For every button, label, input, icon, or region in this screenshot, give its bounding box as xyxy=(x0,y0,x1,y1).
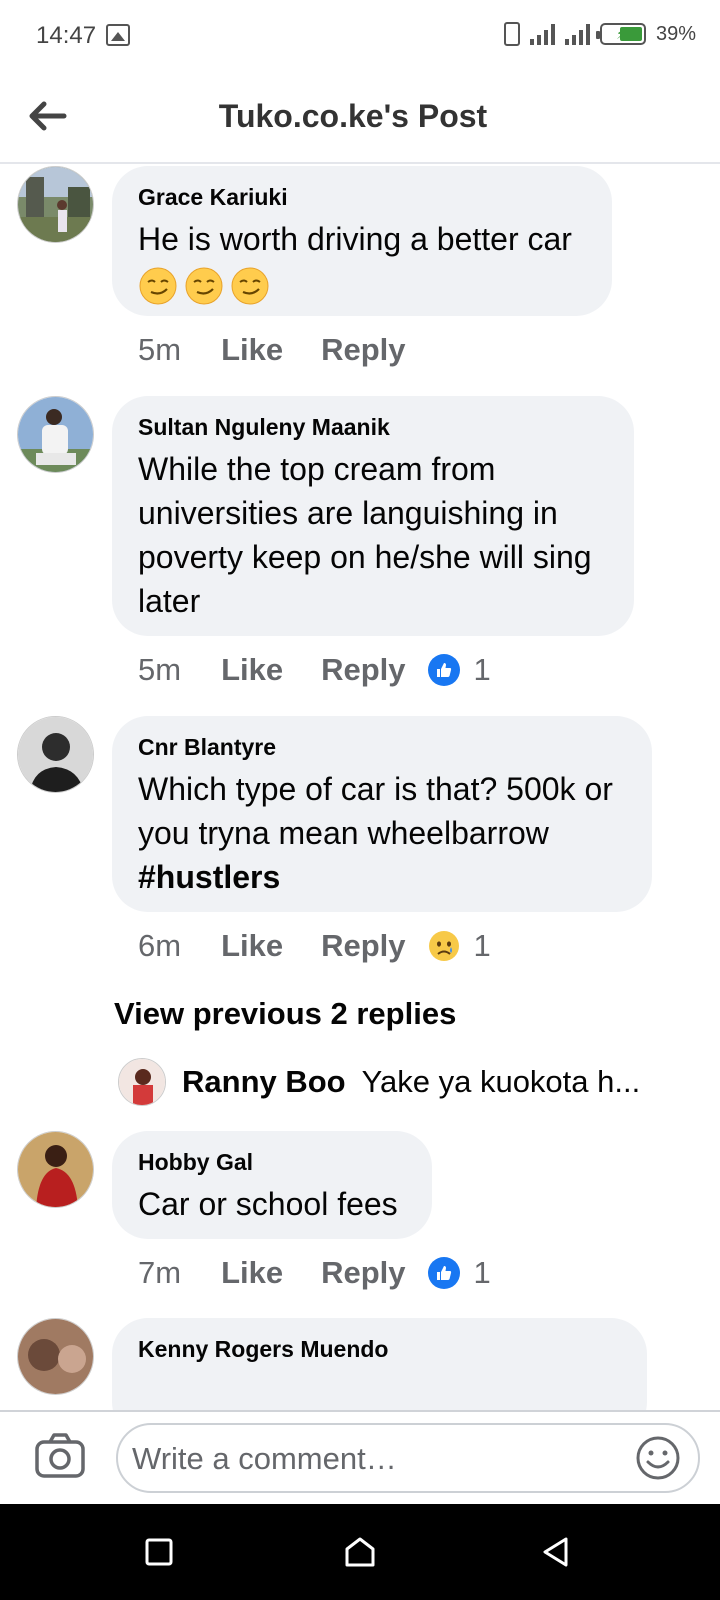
recents-button[interactable] xyxy=(137,1530,181,1574)
reply-button[interactable]: Reply xyxy=(321,928,405,964)
recents-icon xyxy=(145,1538,173,1566)
comment-bubble[interactable]: Cnr Blantyre Which type of car is that? … xyxy=(112,716,652,912)
comment-placeholder: Write a comment… xyxy=(132,1441,397,1476)
comment-meta: 5m Like Reply 1 xyxy=(138,652,491,688)
status-time: 14:47 xyxy=(36,22,97,49)
comment-author[interactable]: Sultan Nguleny Maanik xyxy=(138,414,608,441)
comment-text: While the top cream from universities ar… xyxy=(138,451,592,619)
smirking-face-icon xyxy=(231,267,269,305)
avatar[interactable] xyxy=(17,166,94,243)
like-button[interactable]: Like xyxy=(221,652,283,688)
avatar xyxy=(118,1058,166,1106)
avatar[interactable] xyxy=(17,1318,94,1395)
system-nav-bar xyxy=(0,1504,720,1600)
signal-icon xyxy=(529,23,555,45)
reaction-count[interactable]: 1 xyxy=(474,652,491,688)
camera-icon xyxy=(35,1433,85,1478)
comment-time: 5m xyxy=(138,332,182,367)
comment-time: 5m xyxy=(138,652,182,687)
reply-author[interactable]: Ranny Boo xyxy=(182,1064,346,1100)
comment-time: 6m xyxy=(138,928,182,963)
comment-author[interactable]: Grace Kariuki xyxy=(138,184,586,211)
emoji-icon xyxy=(636,1436,680,1480)
reply-button[interactable]: Reply xyxy=(321,652,405,688)
comment-bubble[interactable]: Sultan Nguleny Maanik While the top crea… xyxy=(112,396,634,636)
comment-author[interactable]: Cnr Blantyre xyxy=(138,734,626,761)
signal-icon-2 xyxy=(564,23,590,45)
emoji-button[interactable] xyxy=(634,1434,682,1482)
comment-text: He is worth driving a better car xyxy=(138,217,586,306)
reply-button[interactable]: Reply xyxy=(321,332,405,368)
camera-button[interactable] xyxy=(34,1430,86,1482)
view-previous-replies-link[interactable]: View previous 2 replies xyxy=(114,996,456,1032)
battery-percent: 39% xyxy=(655,22,696,45)
comment-author[interactable]: Kenny Rogers Muendo xyxy=(138,1336,621,1363)
comment-author[interactable]: Hobby Gal xyxy=(138,1149,406,1176)
vibrate-icon xyxy=(503,22,520,46)
like-reaction-icon[interactable] xyxy=(427,1257,460,1289)
reaction-count[interactable]: 1 xyxy=(474,928,491,964)
comment-time: 7m xyxy=(138,1255,182,1290)
back-triangle-icon xyxy=(543,1537,568,1567)
like-reaction-icon[interactable] xyxy=(427,654,460,686)
back-nav-button[interactable] xyxy=(534,1530,578,1574)
comments-list[interactable]: Grace Kariuki He is worth driving a bett… xyxy=(0,166,720,1410)
comment-text: Which type of car is that? 500k or you t… xyxy=(138,771,613,895)
comment-meta: 6m Like Reply 1 xyxy=(138,928,491,964)
post-header: Tuko.co.ke's Post xyxy=(0,72,720,164)
reply-text: Yake ya kuokota h... xyxy=(361,1064,641,1099)
comment-composer: Write a comment… xyxy=(0,1410,720,1504)
avatar[interactable] xyxy=(17,716,94,793)
status-bar: 14:47 ⚡ 39% xyxy=(0,0,720,72)
hashtag-link[interactable]: #hustlers xyxy=(138,859,280,895)
status-indicators: ⚡ 39% xyxy=(503,22,696,46)
avatar[interactable] xyxy=(17,396,94,473)
sad-reaction-icon[interactable] xyxy=(428,930,460,962)
like-button[interactable]: Like xyxy=(221,928,283,964)
smirking-face-icon xyxy=(185,267,223,305)
reply-preview[interactable]: Ranny Boo Yake ya kuokota h... xyxy=(118,1058,640,1106)
battery-icon: ⚡ xyxy=(595,23,646,45)
home-icon xyxy=(345,1537,375,1567)
reply-button[interactable]: Reply xyxy=(321,1255,405,1291)
comment-bubble[interactable]: Hobby Gal Car or school fees xyxy=(112,1131,432,1239)
comment-bubble[interactable]: Grace Kariuki He is worth driving a bett… xyxy=(112,166,612,316)
comment-bubble[interactable]: Kenny Rogers Muendo xyxy=(112,1318,647,1410)
avatar[interactable] xyxy=(17,1131,94,1208)
page-title: Tuko.co.ke's Post xyxy=(218,98,488,134)
like-button[interactable]: Like xyxy=(221,1255,283,1291)
comment-meta: 7m Like Reply 1 xyxy=(138,1255,491,1291)
comment-text: Car or school fees xyxy=(138,1186,398,1222)
comment-meta: 5m Like Reply xyxy=(138,332,444,368)
gallery-notification-icon xyxy=(106,24,130,46)
reaction-count[interactable]: 1 xyxy=(474,1255,491,1291)
like-button[interactable]: Like xyxy=(221,332,283,368)
smirking-face-icon xyxy=(139,267,177,305)
home-button[interactable] xyxy=(338,1530,382,1574)
comment-input[interactable]: Write a comment… xyxy=(116,1423,700,1493)
